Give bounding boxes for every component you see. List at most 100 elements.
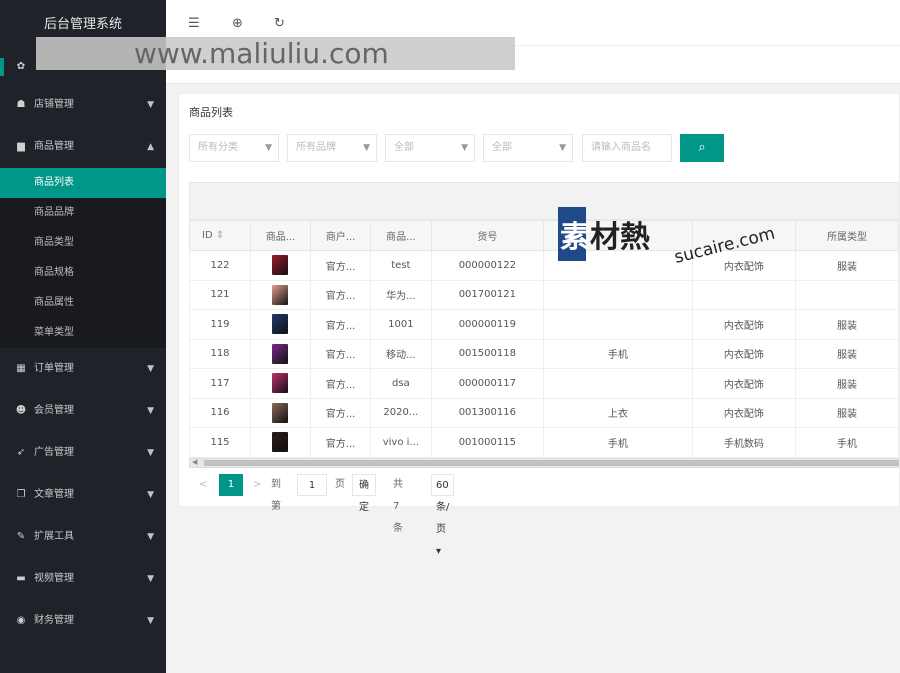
caret-down-icon: ▾ <box>436 546 442 557</box>
cell-type: 手机 <box>795 427 899 458</box>
page-size-select[interactable]: 60 条/页 ▾ <box>431 474 455 557</box>
sidebar-item-members[interactable]: ☻ 会员管理 ▼ <box>0 390 166 432</box>
search-input[interactable]: 请输入商品名 <box>582 134 672 162</box>
chevron-down-icon: ▼ <box>363 143 370 153</box>
sub-item-menu-type[interactable]: 菜单类型 <box>0 318 166 348</box>
table-row[interactable]: 118 官方... 移动... 001500118 手机 内衣配饰 服装 <box>188 338 899 369</box>
cell-id: 115 <box>188 427 252 458</box>
sub-item-goods-spec[interactable]: 商品规格 <box>0 258 166 288</box>
cell-id: 121 <box>188 279 252 310</box>
sidebar-item-video[interactable]: ▬ 视频管理 ▼ <box>0 558 166 600</box>
sub-item-goods-brand[interactable]: 商品品牌 <box>0 198 166 228</box>
cell-name: dsa <box>370 368 432 399</box>
sidebar-item-ads[interactable]: ➶ 广告管理 ▼ <box>0 432 166 474</box>
cell-col6: 手机 <box>543 338 693 369</box>
brand-select[interactable]: 所有品牌 ▼ <box>287 134 377 162</box>
sub-item-goods-attr[interactable]: 商品属性 <box>0 288 166 318</box>
type-select[interactable]: 全部 ▼ <box>483 134 573 162</box>
cell-col6 <box>543 279 693 310</box>
sidebar-item-label: 文章管理 <box>34 489 74 500</box>
goto-page-input[interactable]: 1 <box>297 474 327 496</box>
sidebar-item-goods[interactable]: ▆ 商品管理 ▲ <box>0 126 166 168</box>
caret-up-icon: ▲ <box>147 142 154 152</box>
cell-type: 服装 <box>795 338 899 369</box>
scroll-left-icon[interactable]: ◀ <box>192 458 197 466</box>
menu-fold-icon[interactable]: ☰ <box>188 16 200 31</box>
watermark-banner: www.maliuliu.com <box>36 37 515 70</box>
cell-image <box>250 427 311 458</box>
sidebar-item-finance[interactable]: ◉ 财务管理 ▼ <box>0 600 166 642</box>
cell-type <box>795 279 899 310</box>
chevron-down-icon: ▼ <box>265 143 272 153</box>
cell-merchant: 官方... <box>309 368 372 399</box>
sub-item-goods-type[interactable]: 商品类型 <box>0 228 166 258</box>
category-select[interactable]: 所有分类 ▼ <box>189 134 279 162</box>
chevron-down-icon: ▼ <box>461 143 468 153</box>
select-placeholder: 所有分类 <box>198 142 238 153</box>
product-thumbnail[interactable] <box>272 373 289 394</box>
sidebar-item-tools[interactable]: ✎ 扩展工具 ▼ <box>0 516 166 558</box>
col-header-6[interactable] <box>543 220 693 251</box>
chevron-down-icon: ▼ <box>559 143 566 153</box>
horizontal-scrollbar[interactable]: ◀ <box>189 458 899 468</box>
chart-icon: ▆ <box>17 141 25 152</box>
col-header-merchant[interactable]: 商户... <box>309 220 372 251</box>
col-header-name[interactable]: 商品... <box>370 220 432 251</box>
page-label: 页 <box>335 479 345 490</box>
goods-list-card: 商品列表 所有分类 ▼ 所有品牌 ▼ 全部 ▼ 全部 ▼ 请输入商品名 ⌕ ID… <box>178 93 900 557</box>
sidebar-item-label: 会员管理 <box>34 405 74 416</box>
table-row[interactable]: 119 官方... 1001 000000119 内衣配饰 服装 <box>188 309 899 340</box>
scrollbar-thumb[interactable] <box>204 460 899 466</box>
col-header-7[interactable] <box>691 220 797 251</box>
product-thumbnail[interactable] <box>272 432 289 453</box>
product-thumbnail[interactable] <box>272 314 289 335</box>
cell-name: test <box>370 250 432 281</box>
sort-icon[interactable]: ⇕ <box>216 230 224 241</box>
search-button[interactable]: ⌕ <box>680 134 724 162</box>
caret-down-icon: ▼ <box>147 364 154 374</box>
sidebar-item-store[interactable]: ☗ 店铺管理 ▼ <box>0 84 166 126</box>
cell-image <box>250 397 311 428</box>
sidebar-item-articles[interactable]: ❐ 文章管理 ▼ <box>0 474 166 516</box>
table-row[interactable]: 115 官方... vivo i... 001000115 手机 手机数码 手机 <box>188 427 899 458</box>
cell-col7: 内衣配饰 <box>691 309 797 340</box>
select-placeholder: 全部 <box>394 142 414 153</box>
col-header-image[interactable]: 商品... <box>250 220 311 251</box>
prev-page-button[interactable]: < <box>199 474 207 496</box>
col-header-sku[interactable]: 货号 <box>430 220 545 251</box>
goods-table: ID ⇕ 商品... 商户... 商品... 货号 所属类型 122 官方... t… <box>188 220 899 458</box>
cell-col6: 上衣 <box>543 397 693 428</box>
table-row[interactable]: 117 官方... dsa 000000117 内衣配饰 服装 <box>188 368 899 399</box>
next-page-button[interactable]: > <box>253 474 261 496</box>
product-thumbnail[interactable] <box>272 343 289 364</box>
product-thumbnail[interactable] <box>272 255 289 276</box>
globe-icon[interactable]: ⊕ <box>232 16 243 31</box>
cell-sku: 000000119 <box>430 309 545 340</box>
sidebar-item-label: 商品管理 <box>34 141 74 152</box>
refresh-icon[interactable]: ↻ <box>274 16 285 31</box>
sidebar-item-label: 视频管理 <box>34 573 74 584</box>
total-count: 共 7 条 <box>393 479 403 534</box>
cell-col7 <box>691 279 797 310</box>
col-header-id[interactable]: ID ⇕ <box>188 220 252 251</box>
table-row[interactable]: 116 官方... 2020... 001300116 上衣 内衣配饰 服装 <box>188 397 899 428</box>
current-page[interactable]: 1 <box>219 474 243 496</box>
sidebar-item-label: 财务管理 <box>34 615 74 626</box>
store-icon: ☗ <box>16 99 26 110</box>
product-thumbnail[interactable] <box>272 402 289 423</box>
cell-merchant: 官方... <box>309 338 372 369</box>
goto-confirm-button[interactable]: 确定 <box>352 474 376 513</box>
col-header-type[interactable]: 所属类型 <box>795 220 899 251</box>
caret-down-icon: ▼ <box>147 532 154 542</box>
cell-type: 服装 <box>795 250 899 281</box>
table-row[interactable]: 122 官方... test 000000122 内衣配饰 服装 <box>188 250 899 281</box>
cell-col7: 手机数码 <box>691 427 797 458</box>
product-thumbnail[interactable] <box>272 284 289 305</box>
wrench-icon: ✎ <box>16 531 26 542</box>
sidebar-item-orders[interactable]: ▦ 订单管理 ▼ <box>0 348 166 390</box>
sub-item-goods-list[interactable]: 商品列表 <box>0 168 166 198</box>
gear-icon: ✿ <box>16 61 26 72</box>
status-select[interactable]: 全部 ▼ <box>385 134 475 162</box>
table-row[interactable]: 121 官方... 华为... 001700121 <box>188 279 899 310</box>
rocket-icon: ➶ <box>16 447 26 458</box>
